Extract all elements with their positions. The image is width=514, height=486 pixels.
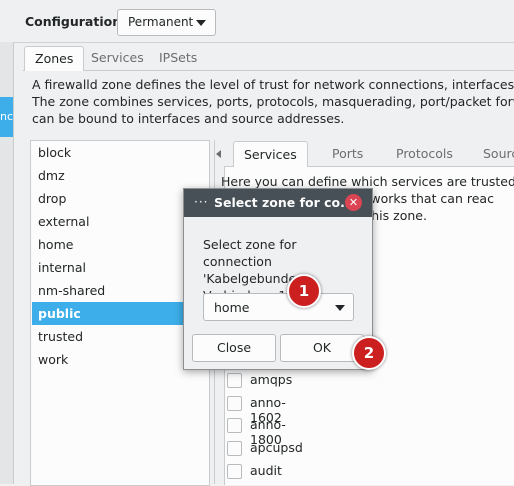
- select-zone-dialog: ··· Select zone for co... ✕ Select zone …: [183, 188, 373, 370]
- tab-zones[interactable]: Zones: [24, 46, 85, 71]
- step-marker-1: 1: [287, 274, 321, 308]
- service-checkbox[interactable]: [227, 418, 242, 433]
- left-sidebar-selected-item[interactable]: nc: [0, 97, 13, 137]
- configuration-value: Permanent: [128, 15, 194, 29]
- ok-button[interactable]: OK: [280, 334, 364, 362]
- dialog-title: Select zone for co...: [214, 195, 355, 210]
- zone-item-trusted[interactable]: trusted: [32, 325, 208, 348]
- service-checkbox[interactable]: [227, 441, 242, 456]
- close-icon[interactable]: ✕: [345, 194, 362, 211]
- configuration-select[interactable]: Permanent: [117, 9, 216, 36]
- zone-item-dmz[interactable]: dmz: [32, 164, 208, 187]
- chevron-left-icon[interactable]: [216, 150, 221, 158]
- tab-zone-ports[interactable]: Ports: [322, 141, 373, 166]
- service-checkbox[interactable]: [227, 396, 242, 411]
- message-line: 'Kabelgebundene: [203, 271, 312, 286]
- chevron-down-icon: [335, 305, 345, 311]
- zone-item-internal[interactable]: internal: [32, 256, 208, 279]
- zone-item-public[interactable]: public: [32, 302, 208, 325]
- service-label: amqps: [250, 372, 293, 387]
- step-marker-2: 2: [352, 336, 386, 370]
- zone-item-work[interactable]: work: [32, 348, 208, 371]
- configuration-label: Configuration:: [25, 14, 127, 29]
- tab-zone-protocols[interactable]: Protocols: [386, 141, 463, 166]
- chevron-down-icon: [196, 20, 206, 26]
- service-label: audit: [250, 463, 282, 478]
- zone-item-home[interactable]: home: [32, 233, 208, 256]
- tab-zone-sources[interactable]: Sourc: [473, 141, 514, 166]
- tab-services[interactable]: Services: [81, 46, 154, 70]
- service-checkbox[interactable]: [227, 464, 242, 479]
- tab-ipsets[interactable]: IPSets: [149, 46, 207, 70]
- service-label: apcupsd: [250, 440, 303, 455]
- tab-zone-services[interactable]: Services: [233, 141, 308, 167]
- dialog-title-bar[interactable]: ··· Select zone for co... ✕: [184, 189, 372, 217]
- zone-select[interactable]: home: [203, 293, 354, 321]
- close-button[interactable]: Close: [192, 334, 276, 362]
- description-line: The zone combines services, ports, proto…: [32, 94, 514, 109]
- description-line: A firewalld zone defines the level of tr…: [32, 77, 514, 92]
- service-checkbox[interactable]: [227, 373, 242, 388]
- zone-select-value: home: [214, 300, 250, 315]
- message-line: Select zone for connection: [203, 237, 297, 269]
- window-menu-icon[interactable]: ···: [194, 195, 208, 209]
- zone-item-nm-shared[interactable]: nm-shared: [32, 279, 208, 302]
- zones-description: A firewalld zone defines the level of tr…: [32, 76, 514, 127]
- description-line: can be bound to interfaces and source ad…: [32, 111, 345, 126]
- zone-item-external[interactable]: external: [32, 210, 208, 233]
- zone-item-block[interactable]: block: [32, 141, 208, 164]
- zone-item-drop[interactable]: drop: [32, 187, 208, 210]
